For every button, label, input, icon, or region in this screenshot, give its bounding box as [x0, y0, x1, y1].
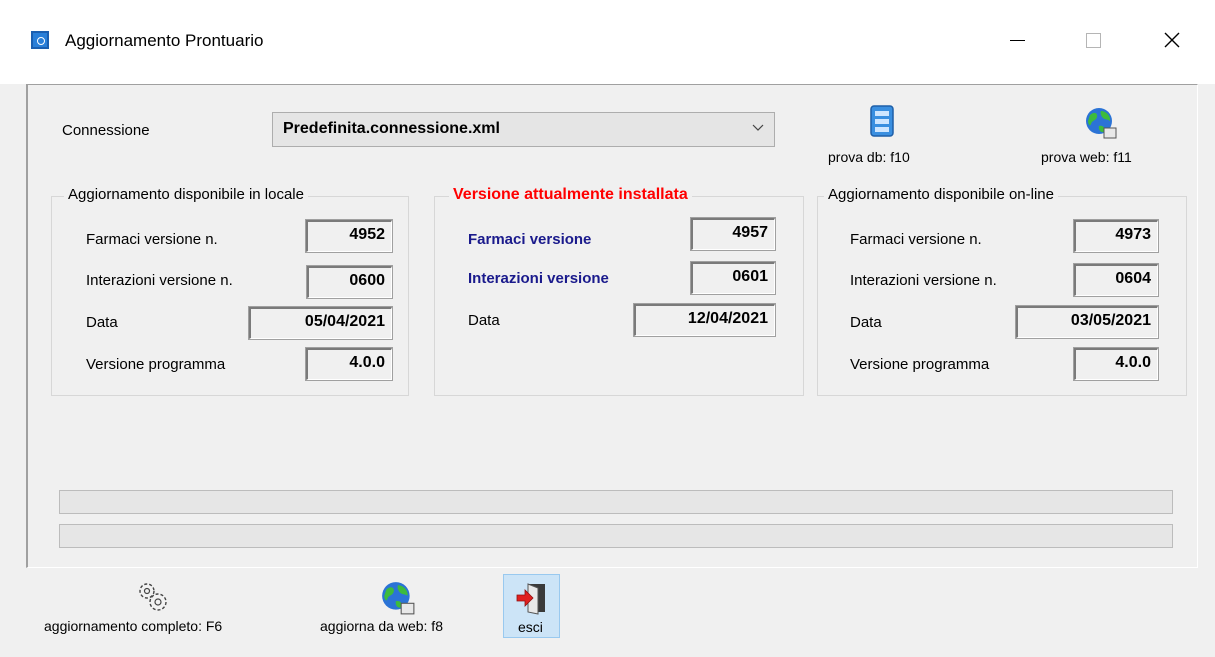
minimize-icon — [1009, 39, 1025, 41]
online-farmaci-label: Farmaci versione n. — [850, 231, 982, 248]
online-data-label: Data — [850, 314, 882, 331]
maximize-button[interactable] — [1070, 22, 1116, 58]
progress-bar-secondary — [59, 524, 1173, 548]
local-interazioni-label: Interazioni versione n. — [86, 272, 233, 289]
online-farmaci-field: 4973 — [1073, 219, 1159, 253]
installed-data-field: 12/04/2021 — [633, 303, 776, 337]
connection-label: Connessione — [62, 122, 150, 139]
web-update-label: aggiorna da web: f8 — [320, 618, 443, 634]
online-group-title: Aggiornamento disponibile on-line — [824, 186, 1058, 203]
minimize-button[interactable] — [994, 22, 1040, 58]
online-interazioni-field: 0604 — [1073, 263, 1159, 297]
test-web-button[interactable] — [1084, 106, 1118, 144]
online-data-field: 03/05/2021 — [1015, 305, 1159, 339]
online-programma-label: Versione programma — [850, 356, 990, 373]
installed-data-label: Data — [468, 312, 500, 329]
gears-icon — [139, 583, 167, 611]
test-db-label: prova db: f10 — [828, 149, 910, 165]
close-icon — [1164, 32, 1180, 48]
local-programma-label: Versione programma — [86, 356, 226, 373]
database-icon — [870, 105, 894, 137]
local-data-field: 05/04/2021 — [248, 306, 393, 340]
web-update-button[interactable]: aggiorna da web: f8 — [316, 574, 486, 638]
full-update-button[interactable]: aggiornamento completo: F6 — [40, 574, 290, 638]
installed-group-title: Versione attualmente installata — [449, 186, 692, 204]
exit-button[interactable]: esci — [503, 574, 560, 638]
test-db-button[interactable] — [868, 104, 896, 142]
local-group-title: Aggiornamento disponibile in locale — [64, 186, 308, 203]
exit-icon — [516, 583, 545, 615]
window-title: Aggiornamento Prontuario — [65, 31, 264, 50]
connection-select-value: Predefinita.connessione.xml — [283, 120, 500, 137]
installed-farmaci-field: 4957 — [690, 217, 776, 251]
globe-icon — [382, 582, 415, 615]
local-data-label: Data — [86, 314, 118, 331]
online-interazioni-label: Interazioni versione n. — [850, 272, 997, 289]
exit-label: esci — [518, 619, 543, 635]
maximize-icon — [1085, 32, 1101, 48]
online-programma-field: 4.0.0 — [1073, 347, 1159, 381]
local-farmaci-field: 4952 — [305, 219, 393, 253]
chevron-down-icon — [752, 124, 764, 131]
close-button[interactable] — [1149, 22, 1195, 58]
connection-select[interactable]: Predefinita.connessione.xml — [272, 112, 775, 147]
installed-interazioni-label: Interazioni versione — [468, 270, 609, 287]
installed-interazioni-field: 0601 — [690, 261, 776, 295]
app-icon — [31, 31, 49, 49]
test-web-label: prova web: f11 — [1041, 149, 1132, 165]
local-interazioni-field: 0600 — [306, 265, 393, 299]
progress-bar-primary — [59, 490, 1173, 514]
globe-icon — [1086, 108, 1117, 139]
local-programma-field: 4.0.0 — [305, 347, 393, 381]
installed-farmaci-label: Farmaci versione — [468, 231, 592, 248]
title-bar: Aggiornamento Prontuario — [0, 0, 1215, 84]
full-update-label: aggiornamento completo: F6 — [44, 618, 223, 634]
local-farmaci-label: Farmaci versione n. — [86, 231, 218, 248]
